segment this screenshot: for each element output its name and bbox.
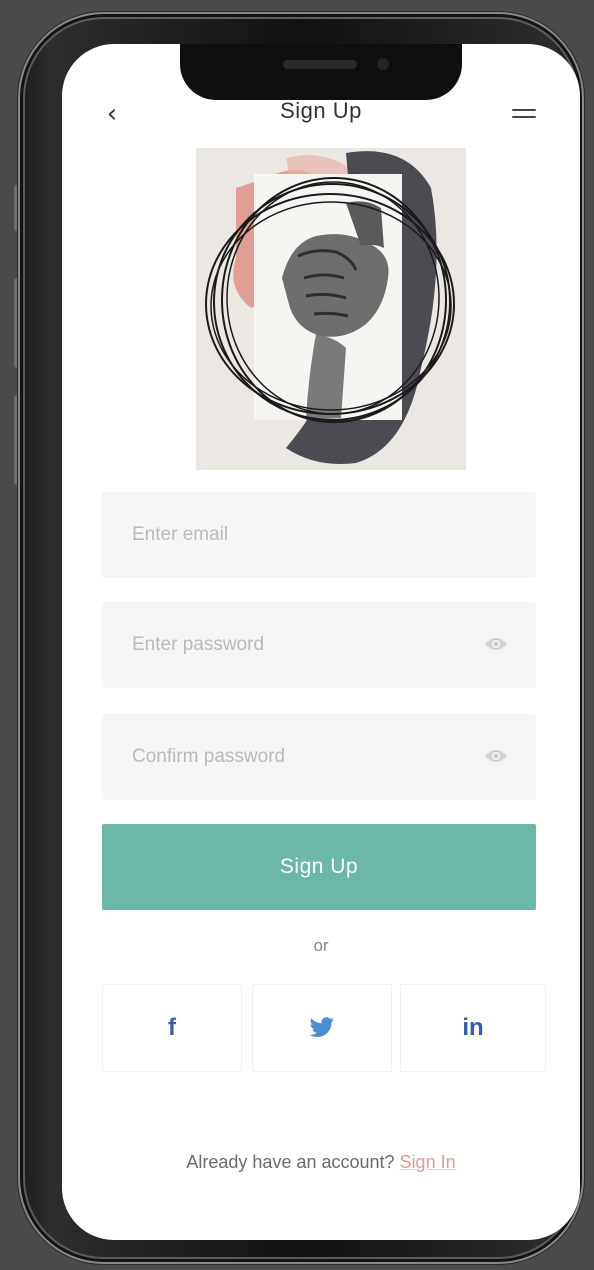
eye-icon[interactable] [484, 636, 508, 652]
facebook-login-button[interactable]: f [102, 984, 242, 1072]
or-divider: or [313, 936, 329, 955]
email-field[interactable] [102, 492, 536, 578]
sign-in-link[interactable]: Sign In [400, 1152, 456, 1172]
menu-icon-line [512, 116, 536, 118]
confirm-password-field[interactable] [102, 714, 536, 800]
eye-icon[interactable] [484, 748, 508, 764]
twitter-login-button[interactable] [252, 984, 392, 1072]
phone-screen: ‹ Sign Up Enter email Sign Up or f in Al… [62, 44, 580, 1240]
linkedin-icon: in [462, 1014, 484, 1041]
facebook-icon: f [168, 1014, 176, 1041]
stage: ‹ Sign Up Enter email Sign Up or f in Al… [0, 0, 594, 1270]
front-camera [377, 58, 389, 70]
notch [180, 44, 462, 100]
handshake-illustration-art [196, 148, 466, 470]
password-field[interactable] [102, 602, 536, 688]
menu-button[interactable] [512, 106, 538, 122]
sign-in-prompt: Already have an account? Sign In [62, 1152, 580, 1173]
linkedin-login-button[interactable]: in [400, 984, 546, 1072]
sign-up-button[interactable]: Sign Up [102, 824, 536, 910]
sign-in-prompt-text: Already have an account? [186, 1152, 400, 1172]
confirm-password-input[interactable] [132, 746, 506, 768]
menu-icon [512, 109, 536, 111]
password-input[interactable] [132, 634, 506, 656]
speaker-grille [283, 60, 357, 69]
email-input[interactable] [132, 524, 506, 546]
social-login-row: f in [102, 984, 546, 1072]
handshake-illustration [196, 148, 466, 470]
twitter-bird-icon [309, 1017, 335, 1037]
page-title: Sign Up [280, 98, 362, 123]
